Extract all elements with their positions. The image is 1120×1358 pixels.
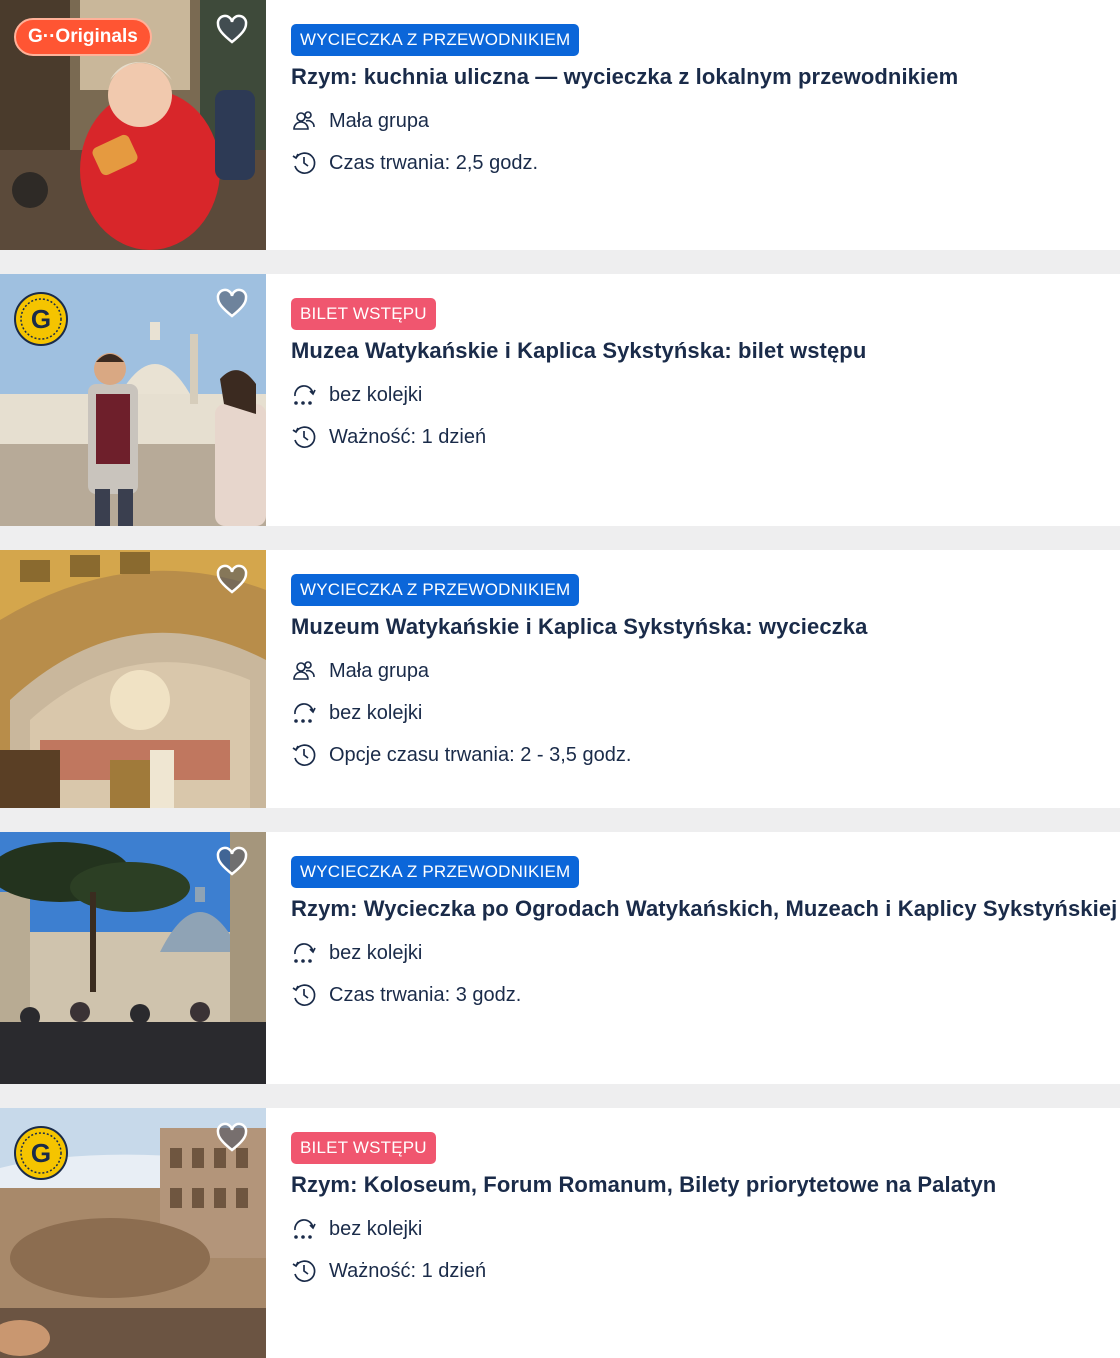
activity-type-tag: BILET WSTĘPU [291, 298, 436, 330]
activity-type-tag: WYCIECZKA Z PRZEWODNIKIEM [291, 574, 580, 606]
skip-line-icon [294, 703, 316, 723]
feature-list: bez kolejki Ważność: 1 dzień [291, 1208, 1120, 1292]
feature-list: bez kolejki Ważność: 1 dzień [291, 374, 1120, 458]
feature-item: Czas trwania: 3 godz. [291, 974, 1120, 1016]
card-content: WYCIECZKA Z PRZEWODNIKIEM Rzym: kuchnia … [266, 0, 1120, 250]
heart-icon[interactable] [216, 288, 248, 320]
activity-photo[interactable] [0, 832, 266, 1084]
skip-line-icon [294, 1219, 316, 1239]
feature-item: bez kolejki [291, 1208, 1120, 1250]
feature-item: Ważność: 1 dzień [291, 1250, 1120, 1292]
clock-icon [292, 152, 316, 174]
feature-text: Ważność: 1 dzień [329, 1259, 487, 1282]
card-content: WYCIECZKA Z PRZEWODNIKIEM Muzeum Watykań… [266, 550, 1120, 808]
activity-photo[interactable] [0, 550, 266, 808]
activity-card[interactable]: WYCIECZKA Z PRZEWODNIKIEM Rzym: Wycieczk… [0, 832, 1120, 1084]
activity-type-tag: WYCIECZKA Z PRZEWODNIKIEM [291, 24, 580, 56]
activity-title[interactable]: Rzym: Wycieczka po Ogrodach Watykańskich… [291, 896, 1120, 922]
clock-icon [292, 744, 316, 766]
card-content: BILET WSTĘPU Rzym: Koloseum, Forum Roman… [266, 1108, 1120, 1358]
feature-text: bez kolejki [329, 383, 423, 406]
feature-item: bez kolejki [291, 374, 1120, 416]
feature-text: Mała grupa [329, 109, 430, 132]
activity-card[interactable]: G BILET WSTĘPU Muzea Watykańskie i Kapli… [0, 274, 1120, 526]
card-content: BILET WSTĘPU Muzea Watykańskie i Kaplica… [266, 274, 1120, 526]
activity-title[interactable]: Muzeum Watykańskie i Kaplica Sykstyńska:… [291, 614, 1120, 640]
clock-icon [292, 426, 316, 448]
group-icon [293, 661, 315, 680]
feature-text: bez kolejki [329, 1217, 423, 1240]
feature-item: bez kolejki [291, 932, 1120, 974]
feature-text: Mała grupa [329, 659, 430, 682]
feature-list: bez kolejki Czas trwania: 3 godz. [291, 932, 1120, 1016]
activity-type-tag: WYCIECZKA Z PRZEWODNIKIEM [291, 856, 580, 888]
clock-icon [292, 984, 316, 1006]
group-icon [293, 111, 315, 130]
g-coin-badge: G [14, 1126, 68, 1180]
svg-text:G: G [31, 304, 51, 334]
clock-icon [292, 1260, 316, 1282]
activity-list: G··Originals WYCIECZKA Z PRZEWODNIKIEM R… [0, 0, 1120, 1358]
feature-text: bez kolejki [329, 701, 423, 724]
heart-icon[interactable] [216, 846, 248, 878]
card-content: WYCIECZKA Z PRZEWODNIKIEM Rzym: Wycieczk… [266, 832, 1120, 1084]
activity-title[interactable]: Rzym: Koloseum, Forum Romanum, Bilety pr… [291, 1172, 1120, 1198]
feature-list: Mała grupa bez kolejki Opcje czasu trwan… [291, 650, 1120, 776]
feature-item: bez kolejki [291, 692, 1120, 734]
feature-item: Mała grupa [291, 100, 1120, 142]
skip-line-icon [294, 943, 316, 963]
originals-badge: G··Originals [14, 18, 152, 56]
feature-item: Mała grupa [291, 650, 1120, 692]
feature-item: Ważność: 1 dzień [291, 416, 1120, 458]
feature-item: Czas trwania: 2,5 godz. [291, 142, 1120, 184]
feature-text: bez kolejki [329, 941, 423, 964]
activity-card[interactable]: WYCIECZKA Z PRZEWODNIKIEM Muzeum Watykań… [0, 550, 1120, 808]
heart-icon[interactable] [216, 1122, 248, 1154]
heart-icon[interactable] [216, 564, 248, 596]
activity-photo[interactable]: G [0, 1108, 266, 1358]
activity-type-tag: BILET WSTĘPU [291, 1132, 436, 1164]
feature-text: Czas trwania: 3 godz. [329, 983, 522, 1006]
feature-item: Opcje czasu trwania: 2 - 3,5 godz. [291, 734, 1120, 776]
heart-icon[interactable] [216, 14, 248, 46]
activity-card[interactable]: G BILET WSTĘPU Rzym: Koloseum, Forum Rom… [0, 1108, 1120, 1358]
activity-card[interactable]: G··Originals WYCIECZKA Z PRZEWODNIKIEM R… [0, 0, 1120, 250]
skip-line-icon [294, 385, 316, 405]
activity-photo[interactable]: G··Originals [0, 0, 266, 250]
activity-photo[interactable]: G [0, 274, 266, 526]
feature-text: Czas trwania: 2,5 godz. [329, 151, 538, 174]
feature-text: Ważność: 1 dzień [329, 425, 487, 448]
feature-text: Opcje czasu trwania: 2 - 3,5 godz. [329, 743, 632, 766]
activity-title[interactable]: Muzea Watykańskie i Kaplica Sykstyńska: … [291, 338, 1120, 364]
activity-title[interactable]: Rzym: kuchnia uliczna — wycieczka z loka… [291, 64, 1120, 90]
g-coin-badge: G [14, 292, 68, 346]
feature-list: Mała grupa Czas trwania: 2,5 godz. [291, 100, 1120, 184]
svg-text:G: G [31, 1138, 51, 1168]
